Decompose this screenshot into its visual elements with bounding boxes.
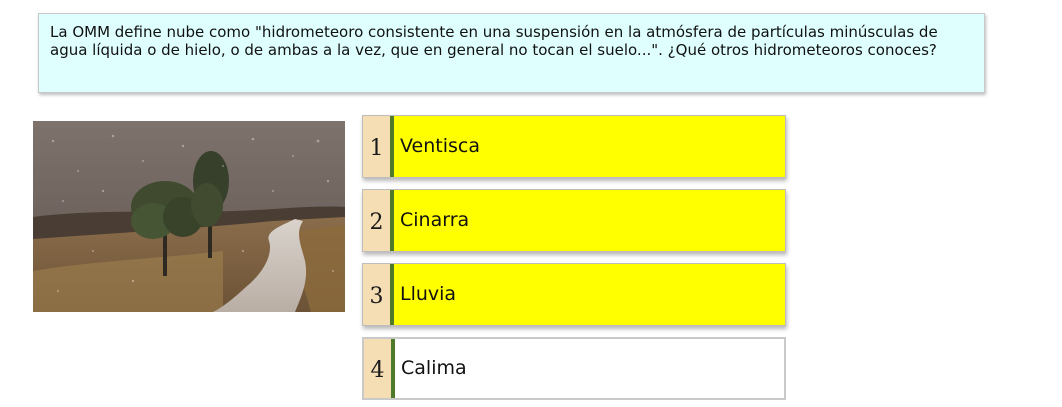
option-number: 4 bbox=[364, 339, 395, 398]
option-label: Ventisca bbox=[400, 134, 480, 157]
option-2[interactable]: 2 Cinarra bbox=[362, 189, 786, 252]
rain-landscape-image bbox=[33, 121, 345, 312]
option-1[interactable]: 1 Ventisca bbox=[362, 115, 786, 178]
option-number: 3 bbox=[363, 264, 394, 325]
option-number: 2 bbox=[363, 190, 394, 251]
option-3[interactable]: 3 Lluvia bbox=[362, 263, 786, 326]
question-box: La OMM define nube como "hidrometeoro co… bbox=[38, 13, 985, 93]
option-label: Cinarra bbox=[400, 208, 470, 231]
option-label: Calima bbox=[401, 356, 467, 379]
option-4[interactable]: 4 Calima bbox=[362, 337, 786, 400]
question-text: La OMM define nube como "hidrometeoro co… bbox=[50, 23, 938, 59]
option-label: Lluvia bbox=[400, 282, 457, 305]
option-number: 1 bbox=[363, 116, 394, 177]
